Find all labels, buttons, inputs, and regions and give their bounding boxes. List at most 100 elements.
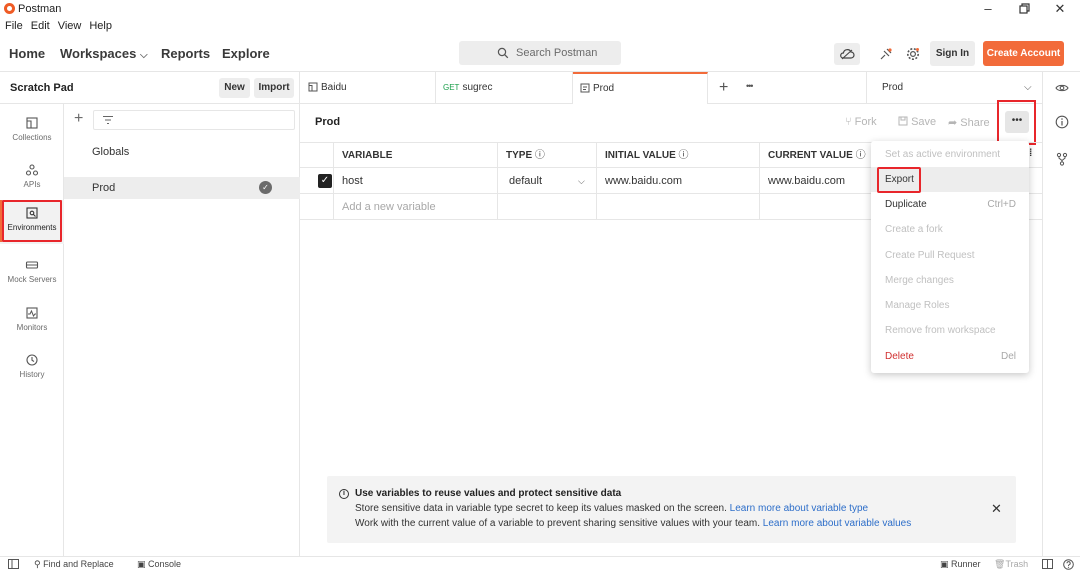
shortcut-label: Del (1000, 351, 1016, 362)
env-item-label: Prod (92, 182, 116, 194)
empty-checkbox-cell (300, 194, 334, 220)
status-bar: ⚲ Find and Replace ▣ Console ▣ Runner 🗑T… (0, 556, 1080, 572)
menu-item-delete[interactable]: Delete Del (871, 344, 1029, 369)
menu-edit[interactable]: Edit (31, 18, 50, 36)
search-icon: ⚲ (34, 559, 41, 569)
find-replace-button[interactable]: ⚲ Find and Replace (34, 559, 114, 570)
share-button[interactable]: ➦ Share (948, 116, 990, 129)
app-title: Postman (18, 3, 62, 15)
header-type: TYPE ⓘ (498, 143, 597, 169)
env-select-value: Prod (882, 82, 904, 93)
info-icon: ⓘ (678, 150, 689, 161)
sidebar-item-history[interactable]: History (0, 347, 64, 391)
tab-options-icon[interactable]: ••• (746, 81, 754, 91)
apis-icon (25, 163, 39, 177)
nav-workspaces-label: Workspaces (60, 46, 137, 61)
header-type-label: TYPE (506, 150, 533, 161)
learn-variable-values-link[interactable]: Learn more about variable values (763, 518, 911, 529)
environment-list-panel: + Globals Prod ✓ (64, 104, 300, 556)
runner-button[interactable]: ▣ Runner (940, 559, 981, 570)
minimize-icon[interactable]: – (980, 1, 996, 17)
fork-button[interactable]: ⑂ Fork (845, 116, 877, 128)
menu-help[interactable]: Help (89, 18, 112, 36)
sidebar-item-monitors[interactable]: Monitors (0, 300, 64, 344)
fork-icon[interactable] (1055, 152, 1069, 166)
satellite-icon[interactable] (874, 43, 898, 65)
save-button[interactable]: Save (898, 116, 936, 128)
find-replace-label: Find and Replace (43, 559, 114, 569)
fork-label: Fork (854, 116, 877, 128)
sidebar-item-mock-servers[interactable]: Mock Servers (0, 252, 64, 296)
import-button[interactable]: Import (254, 78, 294, 98)
nav-explore[interactable]: Explore (222, 46, 270, 61)
nav-workspaces[interactable]: Workspaces ⌵ (60, 46, 148, 61)
method-badge: GET (443, 83, 460, 92)
export-highlight-box (877, 167, 921, 193)
enabled-checkbox[interactable]: ✓ (318, 174, 332, 188)
env-item-prod[interactable]: Prod ✓ (64, 177, 300, 199)
menu-view[interactable]: View (58, 18, 82, 36)
banner-line-1: Store sensitive data in variable type se… (355, 503, 868, 514)
page-title: Prod (315, 116, 341, 128)
menu-item-label: Delete (885, 351, 914, 362)
restore-icon[interactable] (1016, 1, 1032, 17)
sidebar-item-label: APIs (23, 180, 41, 189)
new-button[interactable]: New (219, 78, 250, 98)
sign-in-button[interactable]: Sign In (930, 41, 975, 66)
add-environment-icon[interactable]: + (74, 110, 83, 128)
nav-home[interactable]: Home (9, 46, 45, 61)
row-checkbox-cell: ✓ (300, 168, 334, 194)
tab-prod[interactable]: Prod (573, 72, 708, 104)
sidebar-item-collections[interactable]: Collections (0, 110, 64, 154)
workspace-title: Scratch Pad (10, 82, 74, 94)
more-actions-highlight-box (997, 100, 1036, 145)
active-check-icon[interactable]: ✓ (259, 181, 272, 194)
banner-title: Use variables to reuse values and protec… (355, 488, 622, 499)
menu-item-set-active: Set as active environment (885, 149, 1001, 160)
collection-tab-icon (308, 82, 318, 92)
info-banner: i Use variables to reuse values and prot… (327, 476, 1016, 543)
info-icon: i (339, 489, 349, 499)
environment-tab-icon (580, 83, 590, 93)
settings-gear-icon[interactable] (901, 43, 925, 65)
menu-item-create-pull-request: Create Pull Request (885, 250, 975, 261)
search-input[interactable]: Search Postman (459, 41, 621, 65)
new-tab-icon[interactable]: + (719, 79, 728, 97)
info-icon[interactable] (1055, 115, 1069, 129)
chevron-down-icon: ⌵ (578, 176, 585, 186)
menu-item-duplicate[interactable]: Duplicate Ctrl+D (871, 192, 1029, 217)
variable-name-cell[interactable]: host (334, 168, 498, 194)
close-icon[interactable]: ✕ (991, 501, 1002, 517)
nav-reports[interactable]: Reports (161, 46, 210, 61)
console-icon: ▣ (137, 559, 146, 569)
console-label: Console (148, 559, 182, 569)
column-options-icon[interactable]: ⁞ (1029, 148, 1032, 159)
close-window-icon[interactable]: ✕ (1052, 1, 1068, 17)
empty-initial-cell (597, 194, 760, 220)
toggle-sidebar-icon[interactable] (8, 559, 19, 569)
banner-text: Store sensitive data in variable type se… (355, 503, 730, 514)
initial-value-cell[interactable]: www.baidu.com (597, 168, 760, 194)
menu-file[interactable]: File (5, 18, 23, 36)
add-variable-input[interactable]: Add a new variable (334, 194, 498, 220)
top-header: Home Workspaces ⌵ Reports Explore Search… (0, 36, 1080, 72)
env-item-globals[interactable]: Globals (64, 141, 300, 163)
create-account-button[interactable]: Create Account (983, 41, 1064, 66)
sidebar-item-label: Monitors (16, 323, 48, 332)
trash-button[interactable]: 🗑Trash (994, 559, 1028, 570)
sidebar-item-apis[interactable]: APIs (0, 157, 64, 201)
tab-sugrec[interactable]: GET sugrec (436, 72, 573, 104)
help-icon[interactable] (1063, 559, 1074, 570)
layout-icon[interactable] (1042, 559, 1053, 569)
search-icon (497, 47, 509, 59)
save-label: Save (911, 116, 937, 128)
filter-input[interactable] (93, 110, 295, 130)
console-button[interactable]: ▣ Console (137, 559, 181, 570)
learn-variable-type-link[interactable]: Learn more about variable type (730, 503, 868, 514)
title-bar: Postman – ✕ (0, 0, 1080, 18)
sync-cloud-icon[interactable] (834, 43, 860, 65)
current-value-cell[interactable]: www.baidu.com (760, 168, 872, 194)
type-select[interactable]: default ⌵ (498, 168, 597, 194)
eye-icon[interactable] (1055, 82, 1069, 94)
tab-baidu[interactable]: Baidu (300, 72, 436, 104)
